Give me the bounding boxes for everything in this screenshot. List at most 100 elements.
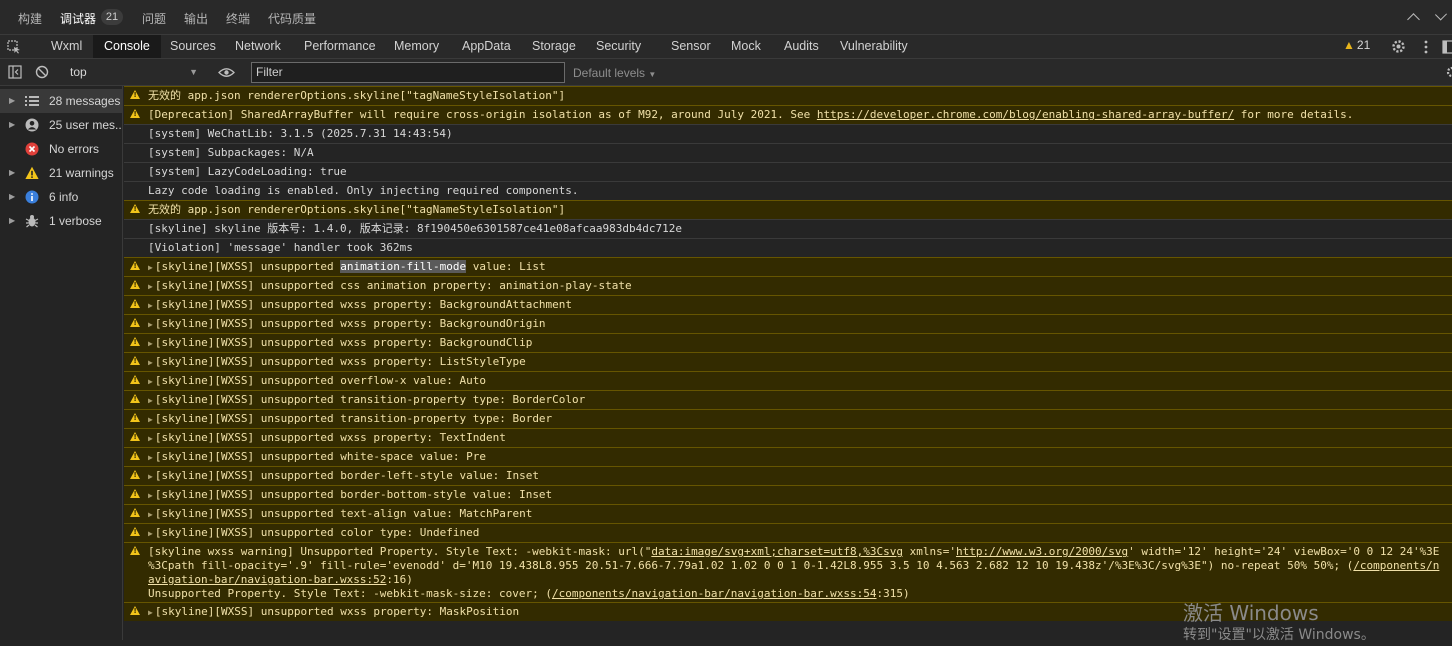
sidebar-toggle-icon[interactable] (8, 65, 22, 79)
expand-arrow-icon[interactable]: ▶ (148, 263, 153, 272)
expand-arrow-icon[interactable]: ▶ (9, 185, 15, 209)
expand-arrow-icon[interactable]: ▶ (148, 301, 153, 310)
warning-icon (130, 356, 140, 365)
inspect-element-icon[interactable] (7, 40, 21, 54)
console-message: [skyline] skyline 版本号: 1.4.0, 版本记录: 8f19… (124, 219, 1452, 238)
tab-sources[interactable]: Sources (159, 35, 227, 58)
message-text: Unsupported Property. Style Text: -webki… (148, 587, 552, 600)
filter-input[interactable]: Filter (251, 62, 565, 83)
expand-arrow-icon[interactable]: ▶ (148, 529, 153, 538)
expand-arrow-icon[interactable]: ▶ (9, 113, 15, 137)
message-link[interactable]: data:image/svg+xml;charset=utf8,%3Csvg (651, 545, 903, 558)
message-text: [skyline][WXSS] unsupported transition-p… (154, 412, 553, 425)
warning-icon (130, 527, 140, 536)
expand-arrow-icon[interactable]: ▶ (148, 453, 153, 462)
dock-side-icon[interactable] (1442, 40, 1452, 54)
sidebar-item-info[interactable]: ▶ 6 info (0, 185, 122, 209)
warning-icon (130, 90, 140, 99)
warning-icon (130, 204, 140, 213)
tab-code-quality[interactable]: 代码质量 (268, 10, 316, 27)
expand-arrow-icon[interactable]: ▶ (148, 396, 153, 405)
context-selector[interactable]: top ▼ (63, 62, 203, 82)
message-text: for more details. (1234, 108, 1354, 121)
tab-sensor[interactable]: Sensor (660, 35, 722, 58)
message-text: [skyline][WXSS] unsupported css animatio… (154, 279, 632, 292)
tab-appdata[interactable]: AppData (451, 35, 522, 58)
expand-arrow-icon[interactable]: ▶ (148, 472, 153, 481)
message-text: [skyline][WXSS] unsupported transition-p… (154, 393, 586, 406)
clear-console-icon[interactable] (35, 65, 49, 79)
expand-arrow-icon[interactable]: ▶ (148, 415, 153, 424)
sidebar-item-user-messages[interactable]: ▶ 25 user mes... (0, 113, 122, 137)
sidebar-item-label: 28 messages (49, 94, 121, 108)
panel-tab-bar: 构建 调试器 21 问题 输出 终端 代码质量 (0, 0, 1452, 35)
gear-icon[interactable] (1391, 39, 1406, 54)
console-message: ▶[skyline][WXSS] unsupported transition-… (124, 390, 1452, 409)
message-link[interactable]: http://www.w3.org/2000/svg (956, 545, 1128, 558)
tab-network[interactable]: Network (224, 35, 292, 58)
more-options-icon[interactable] (1423, 40, 1429, 54)
message-link[interactable]: /components/navigation-bar/navigation-ba… (552, 587, 877, 600)
message-link[interactable]: /components/n (1353, 559, 1439, 572)
console-message: [system] LazyCodeLoading: true (124, 162, 1452, 181)
console-toolbar: top ▼ Filter Default levels ▼ (0, 59, 1452, 86)
console-message: ▶[skyline][WXSS] unsupported wxss proper… (124, 333, 1452, 352)
chevron-down-icon[interactable] (1434, 8, 1448, 21)
message-text: [skyline][WXSS] unsupported border-left-… (154, 469, 539, 482)
search-highlight: animation-fill-mode (340, 260, 467, 273)
message-text: [skyline][WXSS] unsupported white-space … (154, 450, 486, 463)
chevron-up-icon[interactable] (1407, 13, 1420, 26)
tab-performance[interactable]: Performance (293, 35, 387, 58)
tab-console[interactable]: Console (93, 35, 161, 58)
log-levels-dropdown[interactable]: Default levels ▼ (573, 66, 656, 80)
message-link[interactable]: avigation-bar/navigation-bar.wxss:52 (148, 573, 386, 586)
message-text: [skyline][WXSS] unsupported wxss propert… (154, 298, 573, 311)
tab-wxml[interactable]: Wxml (40, 35, 93, 58)
expand-arrow-icon[interactable]: ▶ (148, 434, 153, 443)
expand-arrow-icon[interactable]: ▶ (9, 161, 15, 185)
expand-arrow-icon[interactable]: ▶ (148, 377, 153, 386)
warning-icon (130, 375, 140, 384)
expand-arrow-icon[interactable]: ▶ (148, 491, 153, 500)
console-message: [system] Subpackages: N/A (124, 143, 1452, 162)
tab-output[interactable]: 输出 (184, 10, 208, 27)
dropdown-arrow-icon: ▼ (648, 70, 657, 79)
expand-arrow-icon[interactable]: ▶ (148, 339, 153, 348)
expand-arrow-icon[interactable]: ▶ (148, 320, 153, 329)
sidebar-item-warnings[interactable]: ▶ 21 warnings (0, 161, 122, 185)
tab-security[interactable]: Security (585, 35, 652, 58)
tab-build[interactable]: 构建 (18, 10, 42, 27)
warning-icon (130, 299, 140, 308)
sidebar-item-errors[interactable]: No errors (0, 137, 122, 161)
debugger-count-badge: 21 (101, 9, 123, 25)
tab-memory[interactable]: Memory (383, 35, 450, 58)
sidebar-item-messages[interactable]: ▶ 28 messages (0, 89, 122, 113)
console-message-multiline: [skyline wxss warning] Unsupported Prope… (124, 542, 1452, 602)
eye-icon[interactable] (218, 67, 235, 78)
warning-counter[interactable]: ▲ 21 (1343, 38, 1370, 52)
message-text: [system] LazyCodeLoading: true (148, 165, 347, 178)
expand-arrow-icon[interactable]: ▶ (148, 358, 153, 367)
expand-arrow-icon[interactable]: ▶ (148, 282, 153, 291)
tab-mock[interactable]: Mock (720, 35, 772, 58)
message-text: value: List (466, 260, 546, 273)
console-settings-icon[interactable] (1445, 66, 1452, 80)
tab-storage[interactable]: Storage (521, 35, 587, 58)
expand-arrow-icon[interactable]: ▶ (9, 89, 15, 113)
tab-terminal[interactable]: 终端 (226, 10, 250, 27)
dropdown-arrow-icon: ▼ (189, 67, 198, 77)
tab-debugger[interactable]: 调试器 (60, 10, 96, 27)
message-link[interactable]: https://developer.chrome.com/blog/enabli… (817, 108, 1234, 121)
tab-audits[interactable]: Audits (773, 35, 830, 58)
tab-vulnerability[interactable]: Vulnerability (829, 35, 919, 58)
expand-arrow-icon[interactable]: ▶ (148, 510, 153, 519)
sidebar-item-label: 25 user mes... (49, 118, 122, 132)
sidebar-item-verbose[interactable]: ▶ 1 verbose (0, 209, 122, 233)
tab-problems[interactable]: 问题 (142, 10, 166, 27)
expand-arrow-icon[interactable]: ▶ (9, 209, 15, 233)
message-text: [skyline][WXSS] unsupported wxss propert… (154, 431, 506, 444)
console-messages: 无效的 app.json rendererOptions.skyline["ta… (124, 86, 1452, 646)
clipped-editor-text (150, 0, 570, 2)
devtools-tab-bar: Wxml Console Sources Network Performance… (0, 35, 1452, 59)
expand-arrow-icon[interactable]: ▶ (148, 608, 153, 617)
